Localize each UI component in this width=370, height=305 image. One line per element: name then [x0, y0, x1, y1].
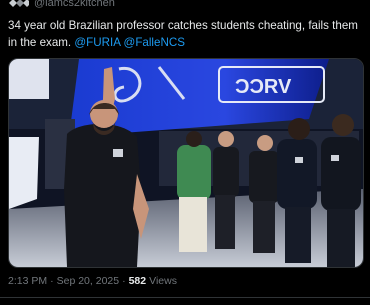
tweet-text: 34 year old Brazilian professor catches …: [8, 17, 364, 51]
kitchen-logo-icon: [9, 0, 29, 7]
mention-fallencs[interactable]: @FalleNCS: [124, 36, 185, 49]
tweet-media[interactable]: ƆƆRV: [8, 58, 364, 268]
tweet-meta: 2:13 PM · Sep 20, 2025 · 582 Views: [8, 275, 177, 287]
video-still-image: ƆƆRV: [9, 59, 363, 267]
views-label: Views: [149, 275, 177, 287]
author-row[interactable]: @iamcs2kitchen: [8, 0, 115, 10]
svg-text:ƆƆRV: ƆƆRV: [235, 76, 292, 98]
author-handle[interactable]: @iamcs2kitchen: [34, 0, 115, 9]
tweet-date[interactable]: Sep 20, 2025: [57, 275, 119, 287]
mention-furia[interactable]: @FURIA: [74, 36, 120, 49]
tweet-card: @iamcs2kitchen 34 year old Brazilian pro…: [0, 0, 370, 305]
meta-separator: ·: [122, 275, 126, 287]
tweet-time[interactable]: 2:13 PM: [8, 275, 47, 287]
views-count: 582: [128, 275, 147, 287]
meta-separator: ·: [50, 275, 54, 287]
divider: [0, 297, 370, 298]
